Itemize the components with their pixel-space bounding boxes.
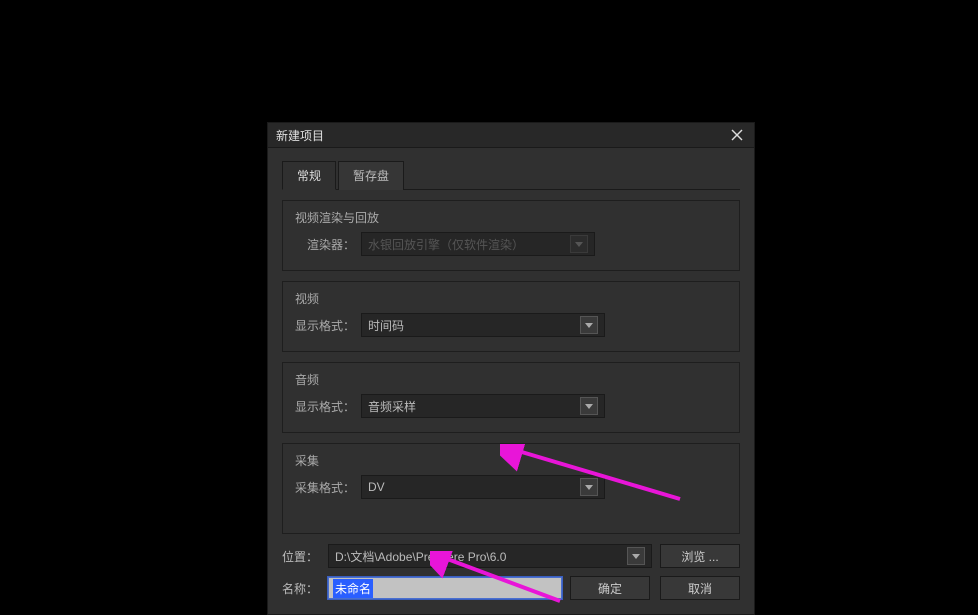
group-capture-legend: 采集 — [295, 452, 727, 469]
audio-format-select[interactable]: 音频采样 — [361, 394, 605, 418]
renderer-label: 渲染器： — [295, 236, 355, 253]
chevron-down-icon — [580, 316, 598, 334]
location-value: D:\文档\Adobe\Premiere Pro\6.0 — [335, 548, 506, 565]
group-capture: 采集 采集格式： DV — [282, 443, 740, 534]
location-select[interactable]: D:\文档\Adobe\Premiere Pro\6.0 — [328, 544, 652, 568]
group-render-playback: 视频渲染与回放 渲染器： 水银回放引擎（仅软件渲染） — [282, 200, 740, 271]
renderer-value: 水银回放引擎（仅软件渲染） — [368, 236, 524, 253]
location-row: 位置： D:\文档\Adobe\Premiere Pro\6.0 浏览 ... — [282, 544, 740, 568]
name-label: 名称： — [282, 580, 322, 597]
video-format-label: 显示格式： — [295, 317, 355, 334]
chevron-down-icon — [627, 547, 645, 565]
location-label: 位置： — [282, 548, 322, 565]
renderer-select: 水银回放引擎（仅软件渲染） — [361, 232, 595, 256]
dialog-buttons: 确定 取消 — [570, 576, 740, 600]
group-audio-legend: 音频 — [295, 371, 727, 388]
browse-button[interactable]: 浏览 ... — [660, 544, 740, 568]
tab-scratch-disks[interactable]: 暂存盘 — [338, 161, 404, 190]
video-format-value: 时间码 — [368, 317, 404, 334]
name-value: 未命名 — [333, 579, 373, 598]
group-audio: 音频 显示格式： 音频采样 — [282, 362, 740, 433]
name-input[interactable]: 未命名 — [328, 577, 562, 599]
cancel-button[interactable]: 取消 — [660, 576, 740, 600]
capture-format-row: 采集格式： DV — [295, 475, 727, 499]
title-bar: 新建项目 — [268, 123, 754, 148]
group-render-legend: 视频渲染与回放 — [295, 209, 727, 226]
group-video: 视频 显示格式： 时间码 — [282, 281, 740, 352]
chevron-down-icon — [570, 235, 588, 253]
capture-format-select[interactable]: DV — [361, 475, 605, 499]
video-format-select[interactable]: 时间码 — [361, 313, 605, 337]
video-format-row: 显示格式： 时间码 — [295, 313, 727, 337]
close-icon — [731, 129, 743, 141]
ok-button[interactable]: 确定 — [570, 576, 650, 600]
chevron-down-icon — [580, 478, 598, 496]
audio-format-row: 显示格式： 音频采样 — [295, 394, 727, 418]
new-project-dialog: 新建项目 常规 暂存盘 视频渲染与回放 渲染器： 水银回放引擎（仅软件渲染） — [267, 122, 755, 615]
close-button[interactable] — [728, 126, 746, 144]
name-row: 名称： 未命名 确定 取消 — [282, 576, 740, 600]
tab-general[interactable]: 常规 — [282, 161, 336, 190]
dialog-body: 常规 暂存盘 视频渲染与回放 渲染器： 水银回放引擎（仅软件渲染） 视频 显示格… — [268, 148, 754, 614]
chevron-down-icon — [580, 397, 598, 415]
group-video-legend: 视频 — [295, 290, 727, 307]
capture-format-label: 采集格式： — [295, 479, 355, 496]
tab-strip: 常规 暂存盘 — [282, 160, 740, 190]
renderer-row: 渲染器： 水银回放引擎（仅软件渲染） — [295, 232, 727, 256]
capture-format-value: DV — [368, 480, 385, 494]
audio-format-value: 音频采样 — [368, 398, 416, 415]
audio-format-label: 显示格式： — [295, 398, 355, 415]
dialog-title: 新建项目 — [276, 127, 324, 144]
